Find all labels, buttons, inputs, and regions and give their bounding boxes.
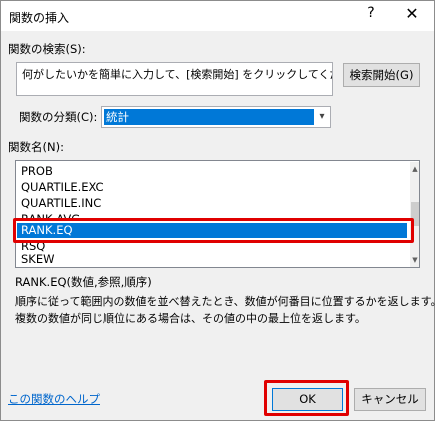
title-bar: 関数の挿入 ? ✕: [1, 1, 434, 31]
scroll-down-icon[interactable]: ▼: [410, 253, 419, 267]
description-line: 順序に従って範囲内の数値を並べ替えたとき、数値が何番目に位置するかを返します。: [15, 295, 435, 308]
function-name-label: 関数名(N):: [8, 140, 64, 154]
category-selected-value: 統計: [104, 109, 314, 125]
ok-button[interactable]: OK: [272, 388, 343, 411]
function-help-link[interactable]: この関数のヘルプ: [8, 391, 100, 407]
search-button[interactable]: 検索開始(G): [343, 63, 420, 87]
close-icon[interactable]: ✕: [401, 4, 423, 23]
category-select[interactable]: 統計: [101, 106, 331, 128]
description-line: 複数の数値が同じ順位にある場合は、その値の中の最上位を返します。: [15, 312, 366, 325]
function-syntax: RANK.EQ(数値,参照,順序): [15, 275, 152, 289]
function-list[interactable]: PROB QUARTILE.EXC QUARTILE.INC RANK.AVG …: [15, 160, 420, 268]
category-label: 関数の分類(C):: [19, 110, 98, 124]
highlight-box-selected-function: [13, 218, 414, 243]
help-icon[interactable]: ?: [361, 5, 381, 21]
insert-function-dialog: 関数の挿入 ? ✕ 関数の検索(S): 何がしたいかを簡単に入力して、[検索開始…: [0, 0, 435, 421]
search-input[interactable]: 何がしたいかを簡単に入力して、[検索開始] をクリックしてください。: [16, 62, 333, 96]
cancel-button[interactable]: キャンセル: [354, 388, 426, 411]
list-item[interactable]: PROB: [21, 164, 53, 179]
list-scrollbar[interactable]: ▲ ▼: [410, 162, 419, 267]
search-label: 関数の検索(S):: [8, 42, 86, 56]
list-item[interactable]: QUARTILE.INC: [21, 196, 101, 211]
list-item[interactable]: QUARTILE.EXC: [21, 180, 104, 195]
dialog-title: 関数の挿入: [9, 11, 70, 25]
scroll-up-icon[interactable]: ▲: [410, 162, 419, 176]
chevron-down-icon[interactable]: ▾: [314, 108, 330, 126]
list-item[interactable]: SKEW: [21, 252, 54, 267]
function-description: 順序に従って範囲内の数値を並べ替えたとき、数値が何番目に位置するかを返します。 …: [15, 293, 435, 327]
